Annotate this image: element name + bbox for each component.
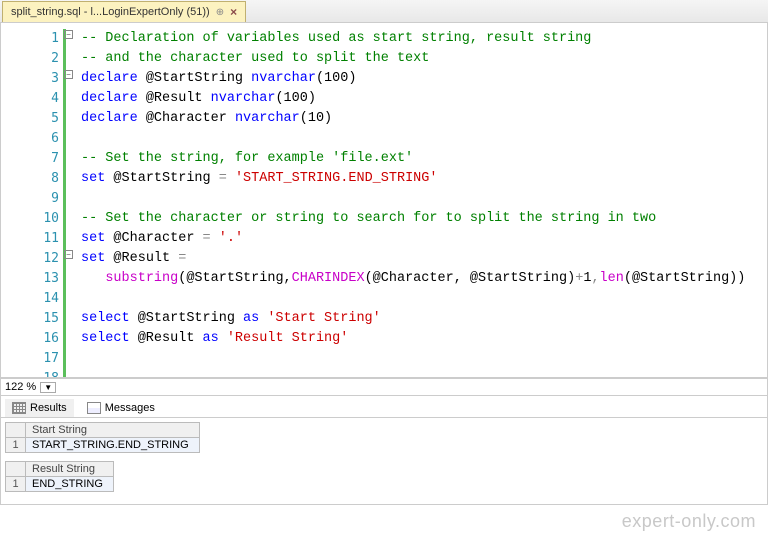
zoom-bar: 122 % ▼ xyxy=(0,378,768,396)
zoom-value: 122 % xyxy=(5,381,36,393)
close-icon[interactable]: × xyxy=(230,5,237,19)
line-number: 4 xyxy=(1,89,63,109)
pin-icon[interactable]: ⊕ xyxy=(216,7,224,18)
results-panel: Start String 1START_STRING.END_STRING Re… xyxy=(0,418,768,505)
line-number: 14 xyxy=(1,289,63,309)
comment: -- and the character used to split the t… xyxy=(81,51,429,66)
row-number: 1 xyxy=(6,438,26,453)
line-number: 1 xyxy=(1,29,63,49)
fold-column: − − − xyxy=(63,23,77,377)
line-gutter: 123456789101112131415161718 xyxy=(1,23,63,377)
line-number: 2 xyxy=(1,49,63,69)
fold-icon[interactable]: − xyxy=(64,30,73,39)
file-tab[interactable]: split_string.sql - l...LoginExpertOnly (… xyxy=(2,1,246,22)
comment: -- Set the character or string to search… xyxy=(81,211,656,226)
comment: -- Declaration of variables used as star… xyxy=(81,31,591,46)
fold-icon[interactable]: − xyxy=(64,250,73,259)
tab-results-label: Results xyxy=(30,402,67,414)
messages-icon xyxy=(87,402,101,414)
line-number: 3 xyxy=(1,69,63,89)
tab-messages[interactable]: Messages xyxy=(80,399,162,417)
col-header[interactable]: Result String xyxy=(26,462,114,477)
tab-bar: split_string.sql - l...LoginExpertOnly (… xyxy=(0,0,768,23)
change-bar xyxy=(63,29,66,378)
line-number: 18 xyxy=(1,369,63,378)
line-number: 16 xyxy=(1,329,63,349)
code-editor[interactable]: 123456789101112131415161718 − − − -- Dec… xyxy=(0,23,768,378)
grid-icon xyxy=(12,402,26,414)
table-row[interactable]: 1START_STRING.END_STRING xyxy=(6,438,200,453)
line-number: 17 xyxy=(1,349,63,369)
watermark: expert-only.com xyxy=(622,511,756,532)
line-number: 9 xyxy=(1,189,63,209)
fold-icon[interactable]: − xyxy=(64,70,73,79)
cell-value[interactable]: START_STRING.END_STRING xyxy=(26,438,200,453)
line-number: 15 xyxy=(1,309,63,329)
tab-title: split_string.sql - l...LoginExpertOnly (… xyxy=(11,6,210,18)
dropdown-icon[interactable]: ▼ xyxy=(40,382,56,393)
line-number: 5 xyxy=(1,109,63,129)
line-number: 13 xyxy=(1,269,63,289)
col-header[interactable]: Start String xyxy=(26,423,200,438)
line-number: 11 xyxy=(1,229,63,249)
cell-value[interactable]: END_STRING xyxy=(26,477,114,492)
row-number: 1 xyxy=(6,477,26,492)
comment: -- Set the string, for example 'file.ext… xyxy=(81,151,413,166)
tab-messages-label: Messages xyxy=(105,402,155,414)
result-grid-2: Result String 1END_STRING xyxy=(5,461,763,492)
result-grid-1: Start String 1START_STRING.END_STRING xyxy=(5,422,763,453)
results-tabs: Results Messages xyxy=(0,396,768,418)
line-number: 10 xyxy=(1,209,63,229)
line-number: 8 xyxy=(1,169,63,189)
line-number: 12 xyxy=(1,249,63,269)
code-area[interactable]: -- Declaration of variables used as star… xyxy=(77,23,767,377)
table-row[interactable]: 1END_STRING xyxy=(6,477,114,492)
tab-results[interactable]: Results xyxy=(5,399,74,417)
line-number: 7 xyxy=(1,149,63,169)
row-header-blank xyxy=(6,462,26,477)
line-number: 6 xyxy=(1,129,63,149)
row-header-blank xyxy=(6,423,26,438)
